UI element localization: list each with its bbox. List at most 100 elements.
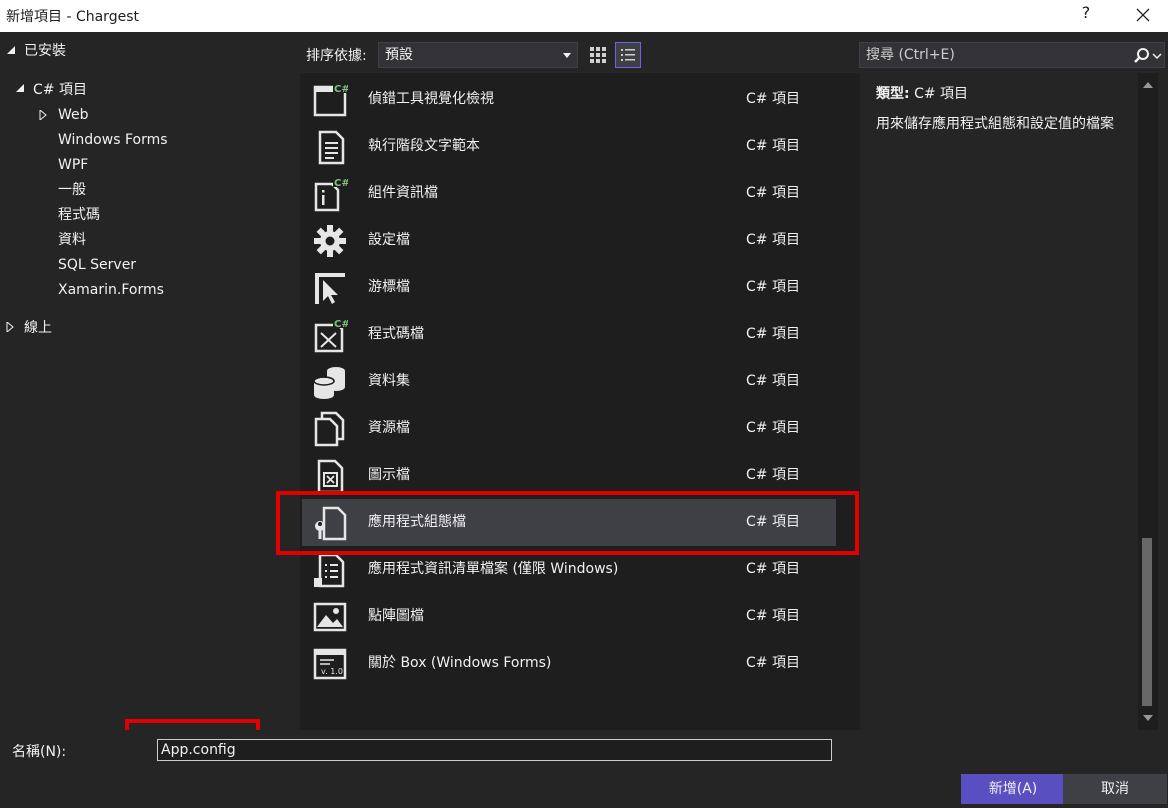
template-item-type: C# 項目 bbox=[746, 91, 800, 107]
template-item-type: C# 項目 bbox=[746, 232, 800, 248]
template-item-type: C# 項目 bbox=[746, 373, 800, 389]
template-item[interactable]: 應用程式資訊清單檔案 (僅限 Windows) C# 項目 bbox=[302, 546, 836, 593]
template-item-name: 游標檔 bbox=[368, 279, 410, 295]
search-box[interactable] bbox=[859, 42, 1165, 68]
template-item-type: C# 項目 bbox=[746, 467, 800, 483]
type-label: 類型: bbox=[876, 86, 910, 102]
resource-file-icon bbox=[314, 411, 345, 447]
svg-text:C#: C# bbox=[334, 84, 348, 95]
template-item-type: C# 項目 bbox=[746, 279, 800, 295]
template-item-name: 資料集 bbox=[368, 373, 410, 389]
template-item-name: 應用程式資訊清單檔案 (僅限 Windows) bbox=[368, 561, 619, 577]
template-item[interactable]: 圖示檔 C# 項目 bbox=[302, 452, 836, 499]
grid-view-button[interactable] bbox=[585, 42, 611, 68]
expanded-arrow-icon[interactable] bbox=[15, 84, 25, 94]
svg-text:v. 1.0: v. 1.0 bbox=[321, 667, 343, 676]
template-item[interactable]: 資源檔 C# 項目 bbox=[302, 405, 836, 452]
template-item-name: 偵錯工具視覺化檢視 bbox=[368, 91, 494, 107]
expanded-arrow-icon[interactable] bbox=[6, 46, 16, 56]
icon-file-icon bbox=[317, 459, 344, 494]
template-item-name: 應用程式組態檔 bbox=[368, 514, 466, 530]
list-view-icon bbox=[621, 49, 635, 61]
dataset-icon bbox=[313, 367, 345, 399]
template-item-name: 程式碼檔 bbox=[368, 326, 424, 342]
tree-item-csharp[interactable]: C# 項目 bbox=[33, 79, 87, 101]
description-type: 類型: C# 項目 bbox=[876, 84, 1156, 104]
bitmap-icon bbox=[313, 602, 347, 632]
tree-item-code[interactable]: 程式碼 bbox=[58, 204, 100, 226]
title-bar: 新增項目 - Chargest ? bbox=[0, 0, 1168, 32]
svg-text:C#: C# bbox=[334, 319, 348, 330]
about-box-icon: v. 1.0 bbox=[313, 648, 347, 680]
template-item[interactable]: 執行階段文字範本 C# 項目 bbox=[302, 123, 836, 170]
template-item-type: C# 項目 bbox=[746, 326, 800, 342]
template-item[interactable]: C# 偵錯工具視覺化檢視 C# 項目 bbox=[302, 76, 836, 123]
settings-gear-icon bbox=[314, 225, 346, 257]
collapsed-arrow-icon[interactable] bbox=[38, 110, 48, 120]
description-panel: 類型: C# 項目 用來儲存應用程式組態和設定值的檔案 bbox=[876, 84, 1156, 134]
search-input[interactable] bbox=[860, 43, 1130, 67]
add-button[interactable]: 新增(A) bbox=[961, 774, 1065, 804]
name-input[interactable] bbox=[157, 739, 832, 761]
vertical-scrollbar[interactable] bbox=[1138, 73, 1158, 730]
sort-label: 排序依據: bbox=[306, 48, 367, 64]
template-item-type: C# 項目 bbox=[746, 420, 800, 436]
list-view-button[interactable] bbox=[615, 42, 641, 68]
tree-item-windows-forms[interactable]: Windows Forms bbox=[58, 129, 168, 151]
template-item-name: 資源檔 bbox=[368, 420, 410, 436]
type-value: C# 項目 bbox=[914, 86, 969, 102]
template-item[interactable]: 設定檔 C# 項目 bbox=[302, 217, 836, 264]
template-item-type: C# 項目 bbox=[746, 608, 800, 624]
template-item[interactable]: 資料集 C# 項目 bbox=[302, 358, 836, 405]
tree-item-installed[interactable]: 已安裝 bbox=[24, 40, 66, 62]
scroll-down-icon[interactable] bbox=[1143, 715, 1153, 721]
scroll-thumb[interactable] bbox=[1142, 538, 1152, 706]
grid-view-icon bbox=[590, 47, 606, 63]
tree-item-web[interactable]: Web bbox=[58, 104, 89, 126]
template-item-name: 設定檔 bbox=[368, 232, 410, 248]
template-item[interactable]: C# 程式碼檔 C# 項目 bbox=[302, 311, 836, 358]
template-item-name: 執行階段文字範本 bbox=[368, 138, 480, 154]
template-item-type: C# 項目 bbox=[746, 185, 800, 201]
tree-item-sql-server[interactable]: SQL Server bbox=[58, 254, 136, 276]
tree-item-wpf[interactable]: WPF bbox=[58, 154, 88, 176]
template-item[interactable]: 應用程式組態檔 C# 項目 bbox=[302, 499, 836, 546]
template-item[interactable]: v. 1.0 關於 Box (Windows Forms) C# 項目 bbox=[302, 640, 836, 687]
code-file-icon: C# bbox=[314, 317, 348, 353]
template-item-name: 組件資訊檔 bbox=[368, 185, 438, 201]
tree-item-online[interactable]: 線上 bbox=[24, 317, 52, 339]
svg-text:C#: C# bbox=[334, 178, 348, 189]
collapsed-arrow-icon[interactable] bbox=[5, 322, 15, 332]
assembly-info-icon: C# bbox=[314, 176, 348, 212]
template-item-name: 關於 Box (Windows Forms) bbox=[368, 655, 552, 671]
template-item[interactable]: 游標檔 C# 項目 bbox=[302, 264, 836, 311]
template-list: C#偵錯工具視覺化檢視C# 項目執行階段文字範本C# 項目C#組件資訊檔C# 項… bbox=[300, 73, 1158, 730]
template-item-type: C# 項目 bbox=[746, 138, 800, 154]
template-item-type: C# 項目 bbox=[746, 655, 800, 671]
template-item-type: C# 項目 bbox=[746, 561, 800, 577]
tree-item-general[interactable]: 一般 bbox=[58, 179, 86, 201]
name-label: 名稱(N): bbox=[12, 744, 67, 760]
app-config-icon bbox=[315, 506, 347, 541]
text-template-icon bbox=[318, 130, 345, 165]
close-button[interactable] bbox=[1126, 2, 1160, 28]
template-item-name: 圖示檔 bbox=[368, 467, 410, 483]
sort-dropdown[interactable]: 預設 bbox=[378, 42, 578, 68]
close-icon bbox=[1136, 8, 1150, 22]
sort-value: 預設 bbox=[385, 47, 413, 63]
template-item[interactable]: C# 組件資訊檔 C# 項目 bbox=[302, 170, 836, 217]
tree-item-xamarin-forms[interactable]: Xamarin.Forms bbox=[58, 279, 164, 301]
template-item-type: C# 項目 bbox=[746, 514, 800, 530]
template-item-name: 點陣圖檔 bbox=[368, 608, 424, 624]
help-button[interactable]: ? bbox=[1076, 3, 1096, 27]
cursor-icon bbox=[315, 273, 345, 304]
visualizer-icon: C# bbox=[313, 82, 348, 117]
search-icon[interactable] bbox=[1132, 46, 1162, 66]
description-text: 用來儲存應用程式組態和設定值的檔案 bbox=[876, 116, 1114, 132]
tree-item-data[interactable]: 資料 bbox=[58, 229, 86, 251]
chevron-down-icon bbox=[563, 53, 571, 58]
template-item[interactable]: 點陣圖檔 C# 項目 bbox=[302, 593, 836, 640]
cancel-button[interactable]: 取消 bbox=[1063, 774, 1167, 804]
window-title: 新增項目 - Chargest bbox=[6, 9, 139, 25]
manifest-icon bbox=[314, 553, 345, 588]
